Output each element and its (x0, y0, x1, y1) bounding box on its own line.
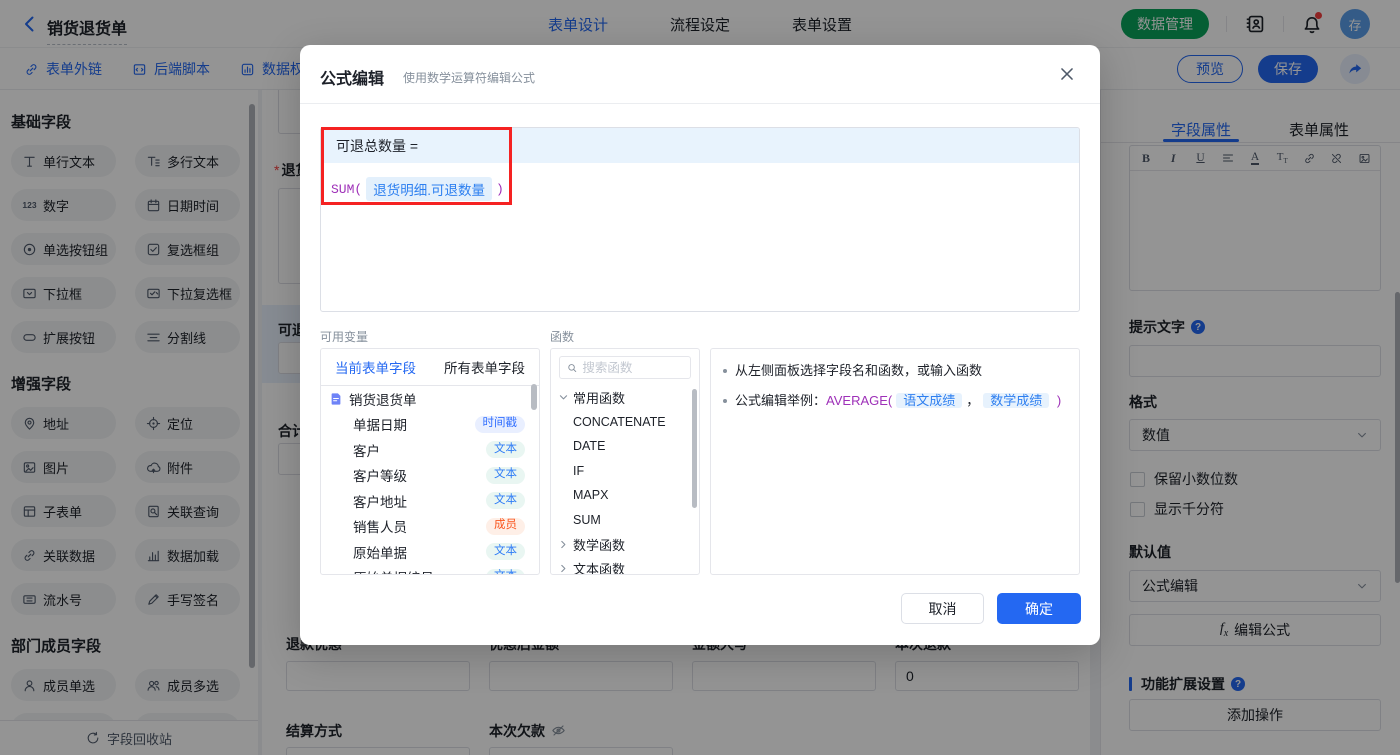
chevron-right-icon (558, 563, 569, 574)
field-type-tag: 文本 (486, 492, 525, 510)
tree-field-label: 客户地址 (353, 494, 407, 510)
dialog-subtitle: 使用数学运算符编辑公式 (403, 71, 536, 85)
close-icon[interactable] (1058, 65, 1076, 83)
function-item-concatenate[interactable]: CONCATENATE (551, 410, 699, 435)
example-field-tag: 数学成绩 (983, 393, 1050, 408)
dialog-footer: 取消 确定 (901, 593, 1081, 624)
function-item-date[interactable]: DATE (551, 434, 699, 459)
function-group-label: 数学函数 (573, 537, 626, 553)
chevron-down-icon (558, 392, 569, 403)
function-group-label: 文本函数 (573, 562, 626, 575)
confirm-button[interactable]: 确定 (997, 593, 1081, 624)
tree-field-row[interactable]: 销售人员 成员 (321, 514, 539, 540)
function-item-if[interactable]: IF (551, 459, 699, 484)
field-type-tag: 文本 (486, 568, 525, 574)
function-group-row[interactable]: 数学函数 (551, 532, 699, 557)
bullet-dot (723, 369, 727, 373)
function-group-row[interactable]: 文本函数 (551, 557, 699, 575)
function-search-box (559, 356, 691, 379)
vars-tab-1[interactable]: 当前表单字段 (321, 349, 430, 385)
field-type-tag: 文本 (486, 441, 525, 459)
formula-editor[interactable]: 可退总数量 = SUM( 退货明细.可退数量 ) (320, 127, 1080, 312)
variables-scrollbar[interactable] (531, 384, 537, 410)
field-type-tag: 文本 (486, 543, 525, 561)
function-search-input[interactable] (582, 360, 683, 375)
tips-panel: 从左侧面板选择字段名和函数，或输入函数 公式编辑举例：AVERAGE(语文成绩，… (710, 348, 1080, 575)
cancel-button[interactable]: 取消 (901, 593, 984, 624)
field-type-tag: 成员 (486, 517, 525, 535)
function-tree: 常用函数 CONCATENATE DATE IF MAPX SUM 数学函数文本函数 (551, 385, 699, 575)
function-close-token: ) (495, 181, 504, 197)
tree-field-label: 原始单据 (353, 545, 407, 561)
formula-editor-dialog: 公式编辑 使用数学运算符编辑公式 可退总数量 = SUM( 退货明细.可退数量 … (300, 45, 1100, 645)
dialog-header: 公式编辑 使用数学运算符编辑公式 (300, 45, 1100, 104)
variables-caption: 可用变量 (320, 330, 369, 344)
vars-tab-2[interactable]: 所有表单字段 (430, 349, 539, 385)
bullet-dot (723, 399, 727, 403)
example-function-token: AVERAGE( (826, 393, 893, 408)
tip-line: 公式编辑举例：AVERAGE(语文成绩，数学成绩 ) (723, 392, 1065, 409)
example-field-tag: 语文成绩 (896, 393, 963, 408)
tree-field-label: 销售人员 (353, 520, 407, 536)
tree-root-label: 销货退货单 (349, 392, 417, 408)
variables-panel: 当前表单字段 所有表单字段 销货退货单 单据日期 时间戳 客户 文本 客户等级 文本 客户地址文… (320, 348, 540, 575)
tip-line: 从左侧面板选择字段名和函数，或输入函数 (723, 362, 1065, 379)
search-icon (568, 363, 577, 372)
chevron-right-icon (558, 539, 569, 550)
example-function-token: ) (1056, 393, 1062, 408)
functions-scrollbar[interactable] (692, 389, 697, 508)
variables-tree: 销货退货单 单据日期 时间戳 客户 文本 客户等级 文本 客户地址 文本 销售人员 成员 原始单据 文本… (321, 386, 539, 574)
function-item-mapx[interactable]: MAPX (551, 483, 699, 508)
tree-field-row[interactable]: 原始单据 文本 (321, 539, 539, 565)
tree-root-row[interactable]: 销货退货单 (321, 386, 539, 412)
variables-tabs: 当前表单字段 所有表单字段 (321, 349, 539, 386)
tree-field-label: 客户等级 (353, 469, 407, 485)
dialog-title: 公式编辑 (320, 71, 385, 88)
functions-panel: 常用函数 CONCATENATEDATEIFMAPXSUM 数学函数文本函数 (550, 348, 700, 575)
doc-blue-icon (329, 392, 343, 406)
function-group-label: 常用函数 (573, 390, 626, 406)
tree-field-label: 单据日期 (353, 418, 407, 434)
field-type-tag: 文本 (486, 466, 525, 484)
formula-expression: SUM( 退货明细.可退数量 ) (331, 177, 1079, 201)
field-type-tag: 时间戳 (474, 415, 525, 433)
functions-caption: 函数 (550, 330, 575, 344)
field-reference-tag[interactable]: 退货明细.可退数量 (366, 177, 492, 201)
function-group-row[interactable]: 常用函数 (551, 385, 699, 410)
tree-field-row[interactable]: 单据日期 时间戳 (321, 412, 539, 438)
tree-field-label: 原始单据编号 (353, 567, 486, 574)
formula-target-row: 可退总数量 = (321, 128, 1079, 163)
tree-field-row[interactable]: 客户地址 文本 (321, 488, 539, 514)
tree-field-row[interactable]: 客户等级 文本 (321, 463, 539, 489)
tree-field-row[interactable]: 客户 文本 (321, 437, 539, 463)
function-open-token: SUM( (331, 181, 363, 197)
tree-field-label: 客户 (353, 443, 380, 459)
tree-field-row[interactable]: 原始单据编号文本 (321, 565, 539, 574)
function-item-sum[interactable]: SUM (551, 508, 699, 533)
